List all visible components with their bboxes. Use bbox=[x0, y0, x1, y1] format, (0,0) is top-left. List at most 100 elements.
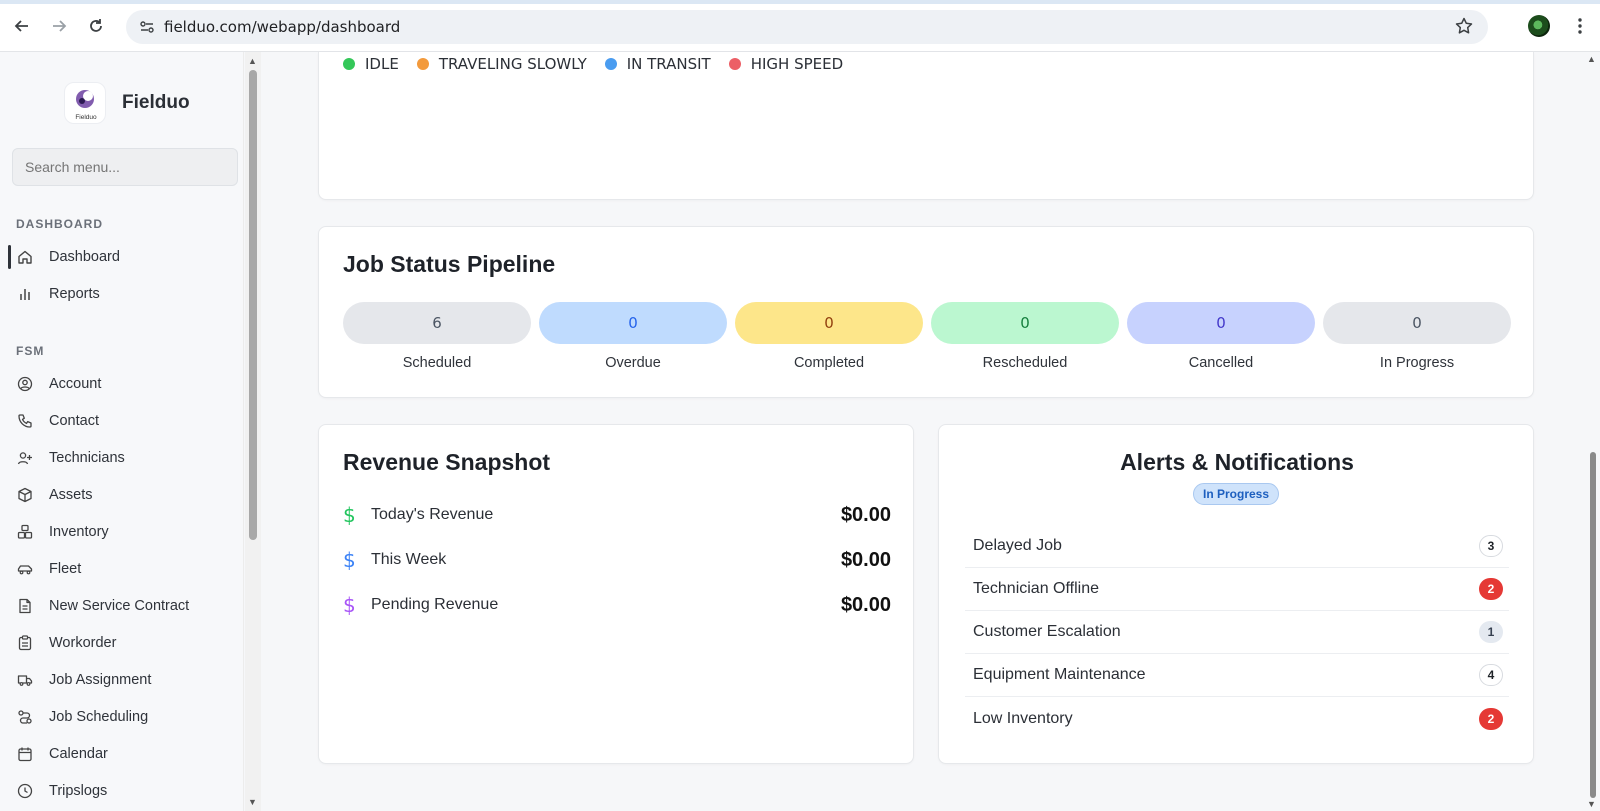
sidebar-item-label: Calendar bbox=[49, 746, 108, 762]
sidebar-item-account[interactable]: Account bbox=[0, 368, 243, 400]
search-menu-input[interactable] bbox=[12, 148, 238, 186]
alerts-notifications-card: Alerts & Notifications In Progress Delay… bbox=[938, 424, 1534, 764]
sidebar-item-label: Account bbox=[49, 376, 102, 392]
pipeline-pill-overdue[interactable]: 0 bbox=[539, 302, 727, 344]
sidebar-scrollbar[interactable]: ▲ ▼ bbox=[245, 52, 261, 811]
profile-avatar[interactable] bbox=[1528, 15, 1550, 37]
home-icon bbox=[17, 249, 33, 265]
sidebar-item-new-service-contract[interactable]: New Service Contract bbox=[0, 590, 243, 622]
alert-row-low-inventory[interactable]: Low Inventory 2 bbox=[965, 697, 1509, 740]
sidebar-item-label: Fleet bbox=[49, 561, 82, 577]
pipeline-title: Job Status Pipeline bbox=[343, 251, 556, 277]
status-badge: In Progress bbox=[1193, 483, 1279, 505]
job-status-pipeline-card: Job Status Pipeline 6 Scheduled 0 Overdu… bbox=[318, 226, 1534, 398]
sidebar-item-inventory[interactable]: Inventory bbox=[0, 516, 243, 548]
sidebar-item-label: Job Assignment bbox=[49, 672, 152, 688]
legend-label: IDLE bbox=[365, 55, 399, 73]
user-circle-icon bbox=[17, 376, 33, 392]
page-scrollbar[interactable]: ▲ ▼ bbox=[1584, 52, 1600, 811]
calendar-icon bbox=[17, 746, 33, 762]
clipboard-icon bbox=[17, 635, 33, 651]
scroll-up-arrow-icon[interactable]: ▲ bbox=[1587, 54, 1596, 64]
sidebar-item-label: Dashboard bbox=[49, 249, 120, 265]
alert-label: Equipment Maintenance bbox=[973, 666, 1146, 683]
document-icon bbox=[17, 598, 33, 614]
sidebar-item-assets[interactable]: Assets bbox=[0, 479, 243, 511]
alert-count-badge: 4 bbox=[1479, 664, 1503, 686]
legend-item-traveling-slowly: TRAVELING SLOWLY bbox=[416, 55, 587, 73]
pipeline-label-completed: Completed bbox=[793, 355, 865, 371]
pipeline-pill-cancelled[interactable]: 0 bbox=[1127, 302, 1315, 344]
sidebar-item-job-scheduling[interactable]: Job Scheduling bbox=[0, 701, 243, 733]
scroll-up-arrow-icon[interactable]: ▲ bbox=[248, 56, 257, 66]
revenue-row-today: $ Today's Revenue $0.00 bbox=[343, 500, 891, 530]
revenue-row-this-week: $ This Week $0.00 bbox=[343, 545, 891, 575]
sidebar-item-reports[interactable]: Reports bbox=[0, 278, 243, 310]
sidebar-item-label: New Service Contract bbox=[49, 598, 190, 614]
sidebar: Fielduo Fielduo DASHBOARD Dashboard Repo… bbox=[0, 52, 244, 811]
sidebar-item-fleet[interactable]: Fleet bbox=[0, 553, 243, 585]
alert-row-technician-offline[interactable]: Technician Offline 2 bbox=[965, 568, 1509, 611]
browser-menu-icon[interactable] bbox=[1570, 16, 1590, 36]
sidebar-scroll-thumb[interactable] bbox=[249, 70, 257, 540]
boxes-icon bbox=[17, 524, 33, 540]
address-bar[interactable]: fielduo.com/webapp/dashboard bbox=[126, 10, 1488, 44]
revenue-label: Today's Revenue bbox=[371, 506, 494, 523]
pipeline-label-rescheduled: Rescheduled bbox=[982, 355, 1068, 371]
fielduo-logo[interactable]: Fielduo bbox=[64, 82, 106, 124]
sidebar-item-label: Workorder bbox=[49, 635, 117, 651]
legend-label: HIGH SPEED bbox=[750, 55, 844, 73]
bookmark-star-icon[interactable] bbox=[1454, 16, 1474, 36]
legend-label: TRAVELING SLOWLY bbox=[438, 55, 587, 73]
site-settings-icon[interactable] bbox=[138, 18, 156, 36]
bar-chart-icon bbox=[17, 286, 33, 302]
phone-icon bbox=[17, 413, 33, 429]
sidebar-item-label: Contact bbox=[49, 413, 99, 429]
sidebar-item-workorder[interactable]: Workorder bbox=[0, 627, 243, 659]
reload-icon[interactable] bbox=[84, 14, 108, 38]
sidebar-item-dashboard[interactable]: Dashboard bbox=[0, 241, 243, 273]
revenue-value: $0.00 bbox=[840, 548, 891, 571]
pipeline-pill-scheduled[interactable]: 6 bbox=[343, 302, 531, 344]
sidebar-item-job-assignment[interactable]: Job Assignment bbox=[0, 664, 243, 696]
scroll-down-arrow-icon[interactable]: ▼ bbox=[1587, 799, 1596, 809]
alert-label: Delayed Job bbox=[973, 537, 1062, 554]
pipeline-pill-in-progress[interactable]: 0 bbox=[1323, 302, 1511, 344]
alert-count-badge: 3 bbox=[1479, 535, 1503, 557]
sidebar-item-label: Reports bbox=[49, 286, 100, 302]
scroll-down-arrow-icon[interactable]: ▼ bbox=[248, 797, 257, 807]
map-legend: IDLE TRAVELING SLOWLY IN TRANSIT HIGH SP… bbox=[343, 55, 843, 73]
alert-row-equipment-maintenance[interactable]: Equipment Maintenance 4 bbox=[965, 654, 1509, 697]
section-label-dashboard: DASHBOARD bbox=[16, 217, 103, 231]
sidebar-item-calendar[interactable]: Calendar bbox=[0, 738, 243, 770]
svg-text:Fielduo: Fielduo bbox=[75, 114, 97, 121]
legend-dot bbox=[728, 58, 741, 70]
pipeline-pill-rescheduled[interactable]: 0 bbox=[931, 302, 1119, 344]
sidebar-item-technicians[interactable]: Technicians bbox=[0, 442, 243, 474]
alert-row-delayed-job[interactable]: Delayed Job 3 bbox=[965, 525, 1509, 568]
truck-icon bbox=[17, 672, 33, 688]
pipeline-pill-completed[interactable]: 0 bbox=[735, 302, 923, 344]
sidebar-item-tripslogs[interactable]: Tripslogs bbox=[0, 775, 243, 807]
legend-dot bbox=[343, 58, 355, 70]
url-text[interactable]: fielduo.com/webapp/dashboard bbox=[164, 18, 400, 36]
tab-strip-edge bbox=[0, 0, 1600, 4]
revenue-label: Pending Revenue bbox=[371, 596, 499, 613]
alert-row-customer-escalation[interactable]: Customer Escalation 1 bbox=[965, 611, 1509, 654]
dollar-icon: $ bbox=[343, 548, 356, 572]
alert-count-badge: 1 bbox=[1479, 621, 1503, 643]
sidebar-item-contact[interactable]: Contact bbox=[0, 405, 243, 437]
alert-count-badge: 2 bbox=[1479, 707, 1503, 730]
sidebar-item-label: Technicians bbox=[49, 450, 125, 466]
legend-item-idle: IDLE bbox=[343, 55, 399, 73]
user-plus-icon bbox=[17, 450, 33, 466]
forward-icon[interactable] bbox=[47, 14, 71, 38]
page-scroll-thumb[interactable] bbox=[1590, 452, 1596, 798]
alert-label: Customer Escalation bbox=[973, 623, 1121, 640]
revenue-value: $0.00 bbox=[840, 503, 891, 526]
back-icon[interactable] bbox=[10, 14, 34, 38]
alert-label: Low Inventory bbox=[973, 709, 1073, 727]
legend-dot bbox=[604, 58, 617, 70]
pipeline-label-in-progress: In Progress bbox=[1379, 355, 1455, 371]
sidebar-item-label: Inventory bbox=[49, 524, 109, 540]
